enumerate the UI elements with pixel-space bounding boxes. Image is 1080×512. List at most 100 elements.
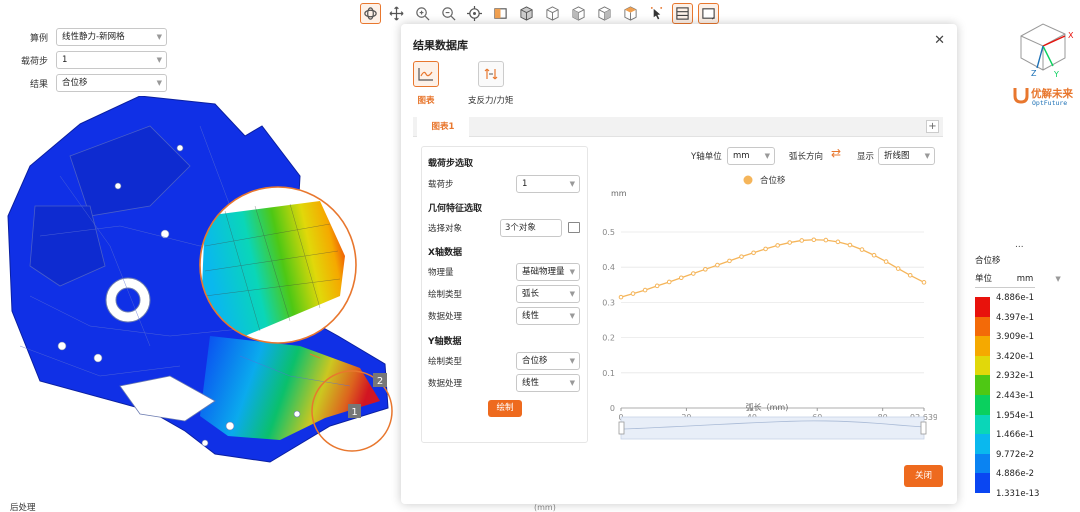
setting-step-label: 载荷步 [428, 180, 454, 190]
chevron-down-icon: ▼ [156, 79, 162, 87]
tab-reaction-force[interactable]: 支反力/力矩 [468, 61, 513, 106]
range-slider-track[interactable] [620, 416, 925, 440]
chevron-down-icon: ▼ [1055, 275, 1061, 283]
result-select-value: 合位移 [62, 78, 88, 88]
pan-icon[interactable] [386, 3, 407, 24]
orientation-cube-icon[interactable]: X Y Z [1013, 14, 1075, 84]
x-quantity-value: 基础物理量 [522, 267, 565, 277]
data-point [763, 246, 768, 252]
zoom-out-icon[interactable] [438, 3, 459, 24]
display-label: 显示 [857, 152, 875, 162]
optfuture-logo-icon [1013, 88, 1029, 104]
legend-more-icon[interactable]: ... [1015, 240, 1024, 250]
range-handle-left[interactable] [618, 421, 625, 435]
legend-marker [743, 175, 753, 185]
setting-y-process-row: 数据处理 线性 ▼ [428, 374, 580, 392]
legend-unit-select[interactable]: mm ▼ [1017, 274, 1061, 284]
x-axis-label: 弧长（mm) [746, 402, 789, 412]
y-axis-unit-label: mm [611, 189, 627, 198]
dialog-title: 结果数据库 [413, 39, 468, 52]
setting-x-quantity-row: 物理量 基础物理量 ▼ [428, 263, 580, 281]
selected-objects-field[interactable]: 3个对象 [500, 219, 562, 237]
step-label: 载荷步 [20, 56, 48, 67]
axis-y-label: Y [1053, 70, 1059, 79]
chevron-down-icon: ▼ [569, 357, 575, 365]
step-select[interactable]: 1 ▼ [56, 51, 167, 69]
data-point [715, 262, 720, 268]
data-point [630, 291, 636, 296]
legend-value: 2.932e-1 [996, 371, 1035, 382]
iso-view-icon[interactable] [516, 3, 537, 24]
data-point [811, 237, 817, 243]
right-view-icon[interactable] [620, 3, 641, 24]
swap-direction-icon[interactable]: ⇄ [831, 146, 841, 160]
data-point [799, 238, 805, 243]
chevron-down-icon: ▼ [764, 152, 770, 160]
legend-swatch [975, 336, 990, 356]
data-point [787, 240, 793, 245]
data-point [775, 243, 780, 248]
result-control: 结果 合位移 ▼ [18, 74, 167, 92]
display-value: 折线图 [884, 151, 910, 161]
tab-chart-1[interactable]: 图表1 [417, 117, 469, 137]
pick-cursor-icon[interactable] [646, 3, 667, 24]
node-label-2: 2 [377, 376, 383, 387]
axis-z-label: Z [1031, 69, 1037, 78]
x-plot-type-select[interactable]: 弧长 ▼ [516, 285, 580, 303]
series-line [620, 239, 925, 298]
view-toolbar [360, 0, 719, 26]
legend-swatch [975, 473, 990, 493]
legend-color-bar [975, 297, 990, 493]
y-process-label: 数据处理 [428, 379, 463, 389]
data-point [859, 247, 865, 252]
setting-step-select[interactable]: 1 ▼ [516, 175, 580, 193]
x-quantity-select[interactable]: 基础物理量 ▼ [516, 263, 580, 281]
line-chart-icon [413, 61, 439, 87]
setting-x-process-row: 数据处理 线性 ▼ [428, 307, 580, 325]
close-button[interactable]: 关闭 [904, 465, 943, 487]
fit-target-icon[interactable] [464, 3, 485, 24]
tab-chart-label: 图表 [417, 96, 435, 106]
y-process-select[interactable]: 线性 ▼ [516, 374, 580, 392]
tab-chart[interactable]: 图表 [413, 61, 439, 106]
data-point [871, 252, 877, 258]
step-section-title: 载荷步选取 [428, 159, 474, 169]
result-select[interactable]: 合位移 ▼ [56, 74, 167, 92]
step-control: 载荷步 1 ▼ [18, 51, 167, 69]
case-label: 算例 [29, 33, 48, 44]
legend-swatch [975, 355, 990, 376]
y-plot-type-select[interactable]: 合位移 ▼ [516, 352, 580, 370]
add-tab-button[interactable]: + [926, 120, 939, 133]
data-point [895, 266, 901, 271]
legend-swatch [975, 316, 990, 337]
x-process-select[interactable]: 线性 ▼ [516, 307, 580, 325]
setting-step-row: 载荷步 1 ▼ [428, 175, 580, 193]
data-point [907, 272, 913, 278]
draw-button[interactable]: 绘制 [488, 400, 522, 417]
display-select[interactable]: 折线图 ▼ [878, 147, 935, 165]
section-view-icon[interactable] [490, 3, 511, 24]
rotate-icon[interactable] [360, 2, 381, 24]
y-unit-select[interactable]: mm ▼ [727, 147, 775, 165]
data-point [666, 279, 672, 285]
front-view-icon[interactable] [542, 3, 563, 24]
chevron-down-icon: ▼ [569, 312, 575, 320]
y-tick-label: 0.5 [602, 228, 615, 237]
case-select[interactable]: 线性静力-新网格 ▼ [56, 28, 167, 46]
chevron-down-icon: ▼ [569, 268, 575, 276]
legend-unit-label: 单位 [975, 274, 993, 284]
legend-value: 1.466e-1 [996, 430, 1035, 441]
left-view-icon[interactable] [594, 3, 615, 24]
legend-swatch [975, 453, 990, 474]
x-process-value: 线性 [522, 311, 540, 321]
range-handle-right[interactable] [920, 421, 927, 435]
back-view-icon[interactable] [568, 3, 589, 24]
clip-plane-icon[interactable] [672, 2, 693, 24]
model-viewport[interactable]: 2 1 [0, 96, 405, 496]
y-process-value: 线性 [522, 378, 540, 388]
zoom-in-icon[interactable] [412, 3, 433, 24]
display-mode-icon[interactable] [698, 2, 719, 24]
close-icon[interactable]: ✕ [934, 33, 945, 48]
list-icon[interactable] [568, 222, 580, 233]
results-database-dialog: 结果数据库 ✕ 图表 支反力/力矩 图表1 + 载荷步选取 载荷步 1 ▼ 几何… [401, 24, 957, 504]
